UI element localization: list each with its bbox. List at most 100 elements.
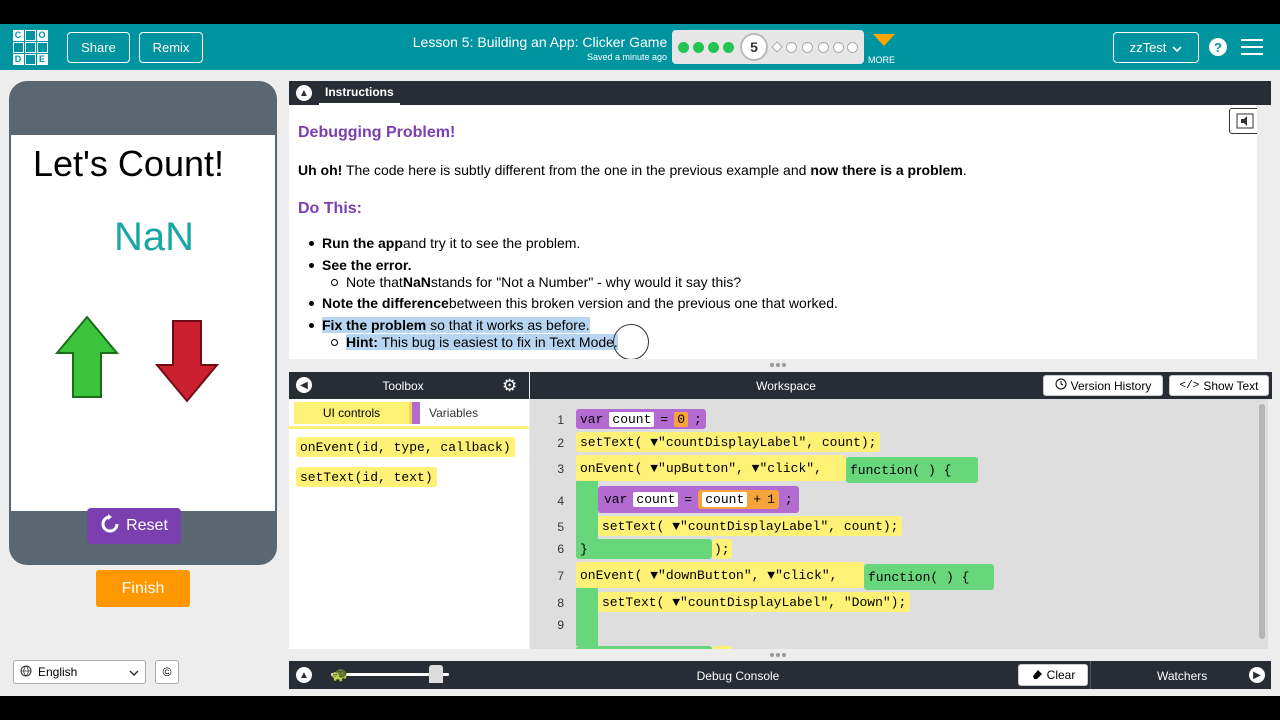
finish-button[interactable]: Finish [96, 570, 190, 607]
language-value: English [38, 665, 78, 679]
function-close: } [576, 646, 712, 649]
toolbox-panel: UI controls Variables onEvent(id, type, … [289, 399, 529, 649]
workspace-header: Workspace Version History </> Show Text [530, 372, 1272, 399]
logo-letter: D [12, 53, 24, 65]
workspace-canvas[interactable]: 1 2 3 4 5 6 7 8 9 var count = 0 ; setTex… [530, 399, 1268, 649]
share-button[interactable]: Share [67, 32, 130, 63]
problem-description: Uh oh! The code here is subtly different… [298, 162, 967, 178]
level-dot-empty[interactable] [847, 42, 858, 53]
gear-icon[interactable]: ⚙ [502, 376, 517, 396]
line-number: 7 [557, 569, 564, 583]
main-area: Let's Count! NaN Reset Finish English © … [0, 70, 1280, 696]
reset-label: Reset [126, 517, 168, 534]
text-to-speech-icon[interactable] [1229, 108, 1257, 134]
category-variables[interactable]: Variables [423, 402, 523, 424]
line-number: 9 [557, 618, 564, 632]
logo-cell [24, 29, 36, 41]
category-ui-controls[interactable]: UI controls [294, 402, 409, 424]
settext-block[interactable]: setText( ▼ "countDisplayLabel", "Down"); [598, 592, 911, 612]
logo-letter: O [36, 29, 48, 41]
function-body-bar [576, 481, 598, 541]
copyright-button[interactable]: © [155, 660, 179, 684]
code-logo[interactable]: C O D E [12, 29, 48, 65]
chevron-down-icon [129, 665, 139, 679]
settext-block[interactable]: setText( ▼ "countDisplayLabel", count); [598, 516, 903, 536]
logo-cell [12, 41, 24, 53]
level-diamond[interactable] [771, 41, 783, 53]
level-dot-empty[interactable] [802, 42, 813, 53]
category-color [412, 402, 420, 424]
number-value[interactable]: 0 [674, 411, 689, 427]
level-dot-complete[interactable] [708, 42, 719, 53]
var-block[interactable]: var count = 0 ; [576, 409, 706, 429]
sub-list-item: Note that NaN stands for "Not a Number" … [331, 274, 741, 290]
show-text-button[interactable]: </> Show Text [1169, 375, 1269, 396]
hamburger-menu-icon[interactable] [1241, 39, 1263, 55]
line-number: 6 [557, 542, 564, 556]
workspace-scrollbar[interactable] [1259, 404, 1265, 639]
line-number: 3 [557, 462, 564, 476]
divider [1090, 661, 1091, 689]
level-dot-empty[interactable] [786, 42, 797, 53]
version-history-button[interactable]: Version History [1043, 375, 1163, 396]
code-icon: </> [1179, 379, 1200, 392]
level-dot-complete[interactable] [678, 42, 689, 53]
variable-name[interactable]: count [609, 411, 655, 427]
instructions-header: ▲ Instructions [289, 81, 1271, 105]
clock-icon [1055, 378, 1067, 393]
function-body-bar [576, 588, 598, 646]
settext-block[interactable]: setText(id, text) [296, 467, 437, 487]
list-item: Note the difference between this broken … [309, 295, 838, 311]
current-level[interactable]: 5 [740, 33, 768, 61]
collapse-instructions-icon[interactable]: ▲ [296, 85, 312, 101]
app-title-label: Let's Count! [33, 143, 224, 184]
remix-button[interactable]: Remix [139, 32, 203, 63]
logo-cell [24, 53, 36, 65]
level-dot-complete[interactable] [723, 42, 734, 53]
debug-console-bar: ▲ 🐢 Debug Console Clear Watchers ▶ [289, 661, 1271, 689]
function-block[interactable]: function( ) { [846, 457, 978, 483]
down-button[interactable] [155, 319, 219, 403]
user-menu-button[interactable]: zzTest [1113, 32, 1199, 63]
up-button[interactable] [55, 315, 119, 399]
logo-letter: E [36, 53, 48, 65]
onevent-block[interactable]: onEvent(id, type, callback) [296, 437, 515, 457]
level-dot-empty[interactable] [818, 42, 829, 53]
resize-handle[interactable] [770, 363, 790, 367]
tab-instructions[interactable]: Instructions [319, 81, 400, 105]
var-assign-block[interactable]: var count = count +1 ; [598, 486, 799, 513]
function-block[interactable]: function( ) { [864, 564, 994, 590]
cursor-highlight [613, 324, 649, 359]
more-chevron-icon[interactable] [873, 34, 895, 46]
app-preview: Let's Count! NaN [9, 81, 277, 565]
level-dot-complete[interactable] [693, 42, 704, 53]
more-label[interactable]: MORE [868, 55, 895, 65]
toolbox-title: Toolbox [382, 379, 424, 393]
language-select[interactable]: English [13, 660, 146, 684]
count-display-label: NaN [113, 215, 195, 259]
logo-cell [36, 41, 48, 53]
variable-name[interactable]: count [633, 492, 679, 507]
expand-watchers-icon[interactable]: ▶ [1249, 667, 1265, 683]
list-item: See the error. [309, 257, 412, 273]
onevent-header: onEvent( ▼ "upButton", ▼ "click", [576, 455, 846, 481]
top-bar: C O D E Share Remix Lesson 5: Building a… [0, 24, 1280, 70]
line-number: 1 [557, 413, 564, 427]
level-dot-empty[interactable] [833, 42, 844, 53]
do-this-heading: Do This: [298, 200, 362, 217]
user-name: zzTest [1129, 40, 1167, 55]
category-underline [289, 426, 529, 429]
help-icon[interactable]: ? [1209, 38, 1227, 56]
watchers-title[interactable]: Watchers [1157, 669, 1207, 683]
onevent-header: onEvent( ▼ "downButton", ▼ "click", [576, 562, 864, 588]
line-number: 5 [557, 520, 564, 534]
resize-handle[interactable] [770, 653, 790, 657]
logo-letter: C [12, 29, 24, 41]
settext-block[interactable]: setText( ▼ "countDisplayLabel", count); [576, 432, 881, 452]
onevent-close: ); [712, 646, 732, 649]
math-block[interactable]: count +1 [698, 490, 779, 509]
clear-button[interactable]: Clear [1018, 664, 1088, 686]
list-item: Run the app and try it to see the proble… [309, 235, 580, 251]
app-screen[interactable]: Let's Count! NaN [11, 135, 275, 511]
reset-button[interactable]: Reset [87, 508, 181, 544]
